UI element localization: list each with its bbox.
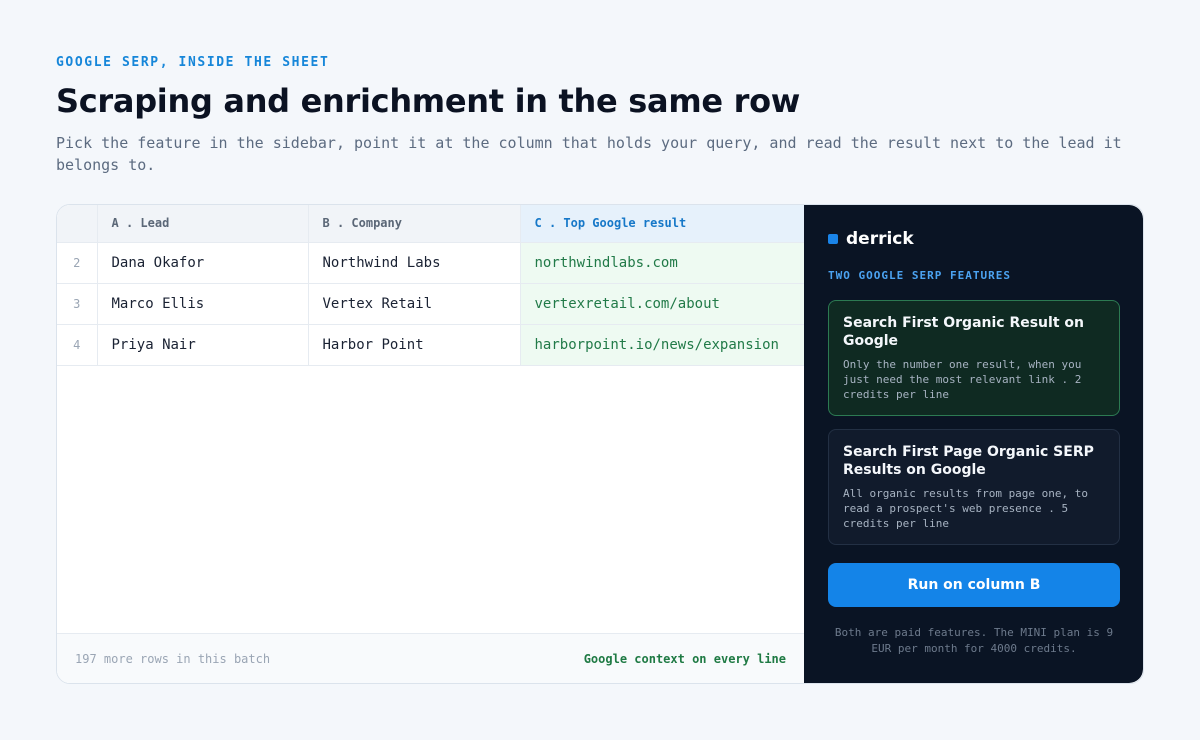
page-subtitle: Pick the feature in the sidebar, point i… — [56, 134, 1122, 174]
row-number[interactable]: 4 — [57, 324, 98, 366]
result-cell[interactable]: harborpoint.io/news/expansion — [520, 324, 804, 366]
result-cell[interactable]: northwindlabs.com — [520, 242, 804, 284]
derrick-sidebar: derrick TWO GOOGLE SERP FEATURES Search … — [804, 205, 1143, 683]
page-title: Scraping and enrichment in the same row — [56, 82, 801, 120]
column-header-c[interactable]: C . Top Google result — [520, 205, 804, 243]
column-header-a[interactable]: A . Lead — [97, 205, 309, 243]
company-cell[interactable]: Harbor Point — [308, 324, 521, 366]
brand-logo-icon — [828, 234, 838, 244]
brand-name: derrick — [846, 229, 914, 249]
brand: derrick — [828, 229, 914, 249]
features-label: TWO GOOGLE SERP FEATURES — [828, 269, 1011, 282]
row-number[interactable]: 3 — [57, 283, 98, 325]
app-frame: A . Lead B . Company C . Top Google resu… — [56, 204, 1144, 684]
spreadsheet: A . Lead B . Company C . Top Google resu… — [57, 205, 804, 683]
company-cell[interactable]: Vertex Retail — [308, 283, 521, 325]
eyebrow: GOOGLE SERP, INSIDE THE SHEET — [56, 55, 330, 70]
feature-card-description: All organic results from page one, to re… — [843, 487, 1089, 530]
lead-cell[interactable]: Dana Okafor — [97, 242, 309, 284]
header-row: A . Lead B . Company C . Top Google resu… — [57, 205, 804, 243]
feature-card-title: Search First Page Organic SERP Results o… — [843, 444, 1094, 478]
feature-card-description: Only the number one result, when you jus… — [843, 358, 1082, 401]
table-row: 2 Dana Okafor Northwind Labs northwindla… — [57, 242, 804, 284]
feature-card-title: Search First Organic Result on Google — [843, 315, 1084, 349]
company-cell[interactable]: Northwind Labs — [308, 242, 521, 284]
pricing-note: Both are paid features. The MINI plan is… — [834, 626, 1114, 655]
result-cell[interactable]: vertexretail.com/about — [520, 283, 804, 325]
context-status-text: Google context on every line — [583, 651, 786, 666]
feature-card-first-page[interactable]: Search First Page Organic SERP Results o… — [828, 429, 1120, 545]
table-row: 4 Priya Nair Harbor Point harborpoint.io… — [57, 324, 804, 366]
row-number[interactable]: 2 — [57, 242, 98, 284]
sheet-grid: A . Lead B . Company C . Top Google resu… — [57, 205, 804, 366]
feature-card-first-result[interactable]: Search First Organic Result on Google On… — [828, 300, 1120, 416]
remaining-rows-text: 197 more rows in this batch — [75, 651, 271, 666]
lead-cell[interactable]: Priya Nair — [97, 324, 309, 366]
corner-cell[interactable] — [57, 205, 98, 243]
table-row: 3 Marco Ellis Vertex Retail vertexretail… — [57, 283, 804, 325]
column-header-b[interactable]: B . Company — [308, 205, 521, 243]
run-button[interactable]: Run on column B — [828, 563, 1120, 607]
lead-cell[interactable]: Marco Ellis — [97, 283, 309, 325]
sheet-footer: 197 more rows in this batch Google conte… — [57, 633, 804, 683]
